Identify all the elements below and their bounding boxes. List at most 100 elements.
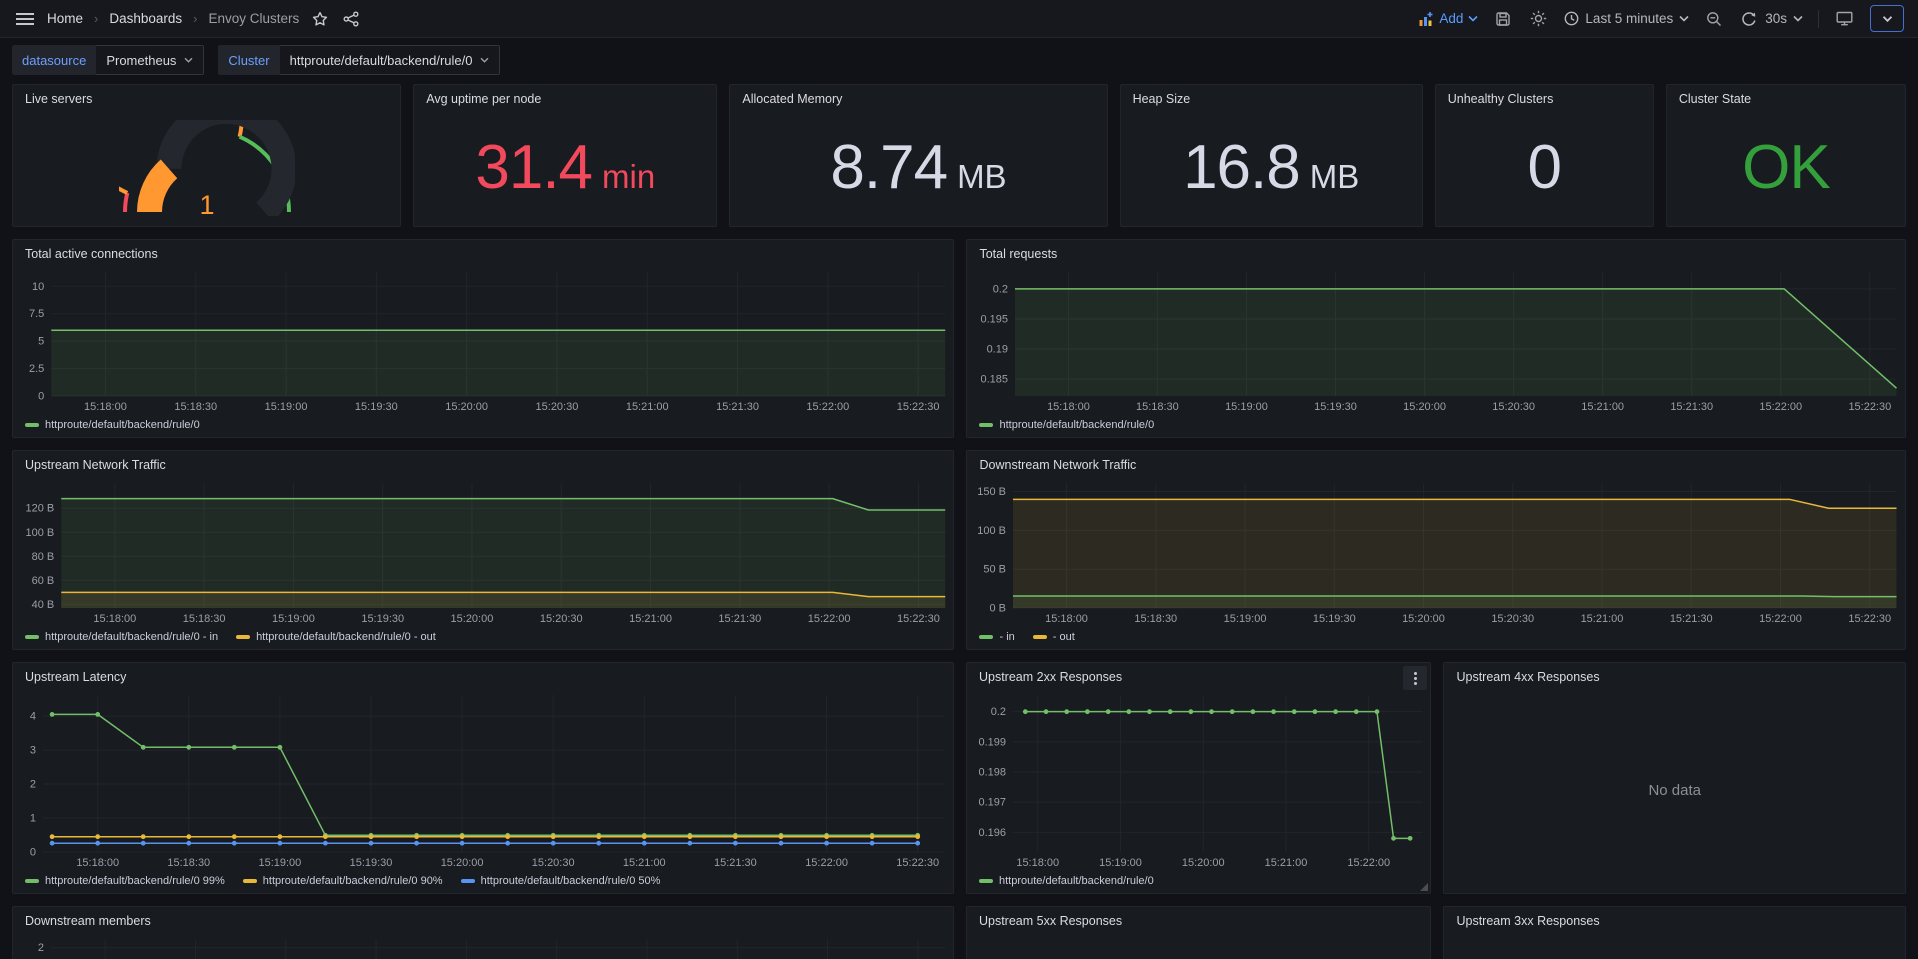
save-dashboard-button[interactable] — [1493, 9, 1513, 29]
collapse-menu-button[interactable] — [1870, 5, 1904, 32]
bar-chart-add-icon — [1418, 11, 1434, 27]
svg-text:15:21:00: 15:21:00 — [1265, 857, 1308, 869]
chart-downstream-network-traffic[interactable]: 15:18:0015:18:3015:19:0015:19:3015:20:00… — [967, 475, 1905, 628]
svg-text:15:20:30: 15:20:30 — [536, 401, 579, 413]
variables-row: datasource Prometheus Cluster httproute/… — [12, 45, 1906, 75]
chart-total-active-connections[interactable]: 15:18:0015:18:3015:19:0015:19:3015:20:00… — [13, 264, 953, 416]
zoom-out-time-button[interactable] — [1704, 9, 1724, 29]
panel-title[interactable]: Total requests — [967, 240, 1905, 264]
panel-title[interactable]: Total active connections — [13, 240, 953, 264]
legend-item[interactable]: - in — [979, 631, 1014, 643]
legend-item[interactable]: httproute/default/backend/rule/0 - in — [25, 631, 218, 643]
chart-downstream-members[interactable]: 2 — [13, 931, 953, 959]
chart-total-requests[interactable]: 15:18:0015:18:3015:19:0015:19:3015:20:00… — [967, 264, 1905, 416]
refresh-dashboard-button[interactable] — [1739, 9, 1759, 29]
panel-title[interactable]: Live servers — [13, 85, 400, 109]
panel-title[interactable]: Upstream 5xx Responses — [967, 907, 1431, 931]
monitor-icon — [1836, 11, 1853, 26]
panel-title[interactable]: Avg uptime per node — [414, 85, 716, 109]
legend-swatch-icon — [979, 423, 993, 427]
svg-text:100 B: 100 B — [978, 525, 1007, 537]
share-dashboard-button[interactable] — [341, 9, 361, 29]
gear-icon — [1530, 10, 1547, 27]
legend-item[interactable]: httproute/default/backend/rule/0 — [25, 419, 200, 431]
svg-text:0.2: 0.2 — [991, 706, 1006, 718]
legend-item[interactable]: httproute/default/backend/rule/0 - out — [236, 631, 436, 643]
panel-heap-size: Heap Size 16.8 MB — [1120, 84, 1423, 227]
svg-text:15:19:00: 15:19:00 — [265, 401, 308, 413]
panel-cluster-state: Cluster State OK — [1666, 84, 1906, 227]
panel-title[interactable]: Upstream 4xx Responses — [1444, 663, 1905, 687]
panel-title[interactable]: Unhealthy Clusters — [1436, 85, 1653, 109]
legend-item[interactable]: httproute/default/backend/rule/0 50% — [461, 875, 661, 887]
favorite-star-button[interactable] — [310, 9, 330, 29]
variable-datasource-select[interactable]: Prometheus — [96, 45, 204, 75]
legend-item[interactable]: httproute/default/backend/rule/0 90% — [243, 875, 443, 887]
legend-item[interactable]: - out — [1033, 631, 1075, 643]
panel-title[interactable]: Upstream Network Traffic — [13, 451, 953, 475]
panel-menu-button[interactable] — [1403, 666, 1427, 690]
refresh-interval-label[interactable]: 30s — [1765, 11, 1787, 26]
legend-swatch-icon — [461, 879, 475, 883]
stat-value: 8.74 MB — [830, 132, 1006, 203]
panel-total-requests: Total requests 15:18:0015:18:3015:19:001… — [966, 239, 1906, 438]
legend-item[interactable]: httproute/default/backend/rule/0 — [979, 875, 1154, 887]
magnifier-minus-icon — [1706, 11, 1722, 27]
svg-text:15:22:00: 15:22:00 — [1347, 857, 1390, 869]
panel-title[interactable]: Upstream 3xx Responses — [1444, 907, 1905, 931]
chart-upstream-latency[interactable]: 15:18:0015:18:3015:19:0015:19:3015:20:00… — [13, 687, 953, 872]
chart-upstream-network-traffic[interactable]: 15:18:0015:18:3015:19:0015:19:3015:20:00… — [13, 475, 953, 628]
svg-text:0.2: 0.2 — [993, 283, 1008, 295]
panel-allocated-memory: Allocated Memory 8.74 MB — [729, 84, 1107, 227]
stat-number: 0 — [1528, 132, 1561, 203]
top-navbar: Home › Dashboards › Envoy Clusters Add — [0, 0, 1918, 38]
panel-upstream-latency: Upstream Latency 15:18:0015:18:3015:19:0… — [12, 662, 954, 894]
panel-resize-handle[interactable] — [1420, 883, 1428, 891]
svg-text:40 B: 40 B — [32, 599, 55, 611]
svg-text:15:19:30: 15:19:30 — [1313, 613, 1356, 625]
legend: - in - out — [967, 628, 1905, 649]
svg-text:2: 2 — [30, 778, 36, 790]
time-range-label: Last 5 minutes — [1585, 11, 1673, 26]
add-label: Add — [1439, 11, 1463, 26]
panel-title[interactable]: Heap Size — [1121, 85, 1422, 109]
panel-title[interactable]: Downstream members — [13, 907, 953, 931]
chevron-down-icon — [1468, 15, 1478, 22]
time-range-picker[interactable]: Last 5 minutes — [1564, 11, 1689, 26]
stat-unit: min — [602, 158, 655, 196]
tv-mode-button[interactable] — [1834, 9, 1855, 28]
svg-text:15:18:30: 15:18:30 — [167, 857, 210, 869]
panel-upstream-4xx-responses: Upstream 4xx Responses No data — [1443, 662, 1906, 894]
add-panel-button[interactable]: Add — [1418, 11, 1478, 27]
svg-text:15:19:30: 15:19:30 — [361, 613, 404, 625]
chevron-down-icon[interactable] — [1793, 15, 1803, 22]
panel-title[interactable]: Upstream 2xx Responses — [967, 663, 1431, 687]
panel-title[interactable]: Downstream Network Traffic — [967, 451, 1905, 475]
menu-toggle-button[interactable] — [14, 10, 36, 28]
variable-cluster-select[interactable]: httproute/default/backend/rule/0 — [280, 45, 501, 75]
breadcrumb-dashboards[interactable]: Dashboards — [109, 11, 182, 26]
variable-cluster-value: httproute/default/backend/rule/0 — [290, 53, 473, 68]
panel-title[interactable]: Cluster State — [1667, 85, 1905, 109]
svg-text:15:19:00: 15:19:00 — [1224, 613, 1267, 625]
stat-number: 31.4 — [475, 132, 592, 203]
svg-text:0.195: 0.195 — [981, 314, 1009, 326]
charts-row-1: Total active connections 15:18:0015:18:3… — [12, 239, 1906, 438]
dashboard-settings-button[interactable] — [1528, 8, 1549, 29]
chart-upstream-2xx-responses[interactable]: 15:18:0015:19:0015:20:0015:21:0015:22:00… — [967, 687, 1431, 872]
svg-text:15:21:30: 15:21:30 — [1670, 613, 1713, 625]
legend-item[interactable]: httproute/default/backend/rule/0 99% — [25, 875, 225, 887]
panel-title[interactable]: Allocated Memory — [730, 85, 1106, 109]
legend: httproute/default/backend/rule/0 — [13, 416, 953, 437]
svg-text:15:19:00: 15:19:00 — [272, 613, 315, 625]
legend-item[interactable]: httproute/default/backend/rule/0 — [979, 419, 1154, 431]
breadcrumb-home[interactable]: Home — [47, 11, 83, 26]
panel-title[interactable]: Upstream Latency — [13, 663, 953, 687]
svg-text:15:21:30: 15:21:30 — [716, 401, 759, 413]
svg-text:15:21:00: 15:21:00 — [629, 613, 672, 625]
stat-unit: MB — [1310, 158, 1360, 196]
svg-text:80 B: 80 B — [32, 551, 55, 563]
stats-row: Live servers 1 Avg uptime per node 31.4 … — [12, 84, 1906, 227]
legend-swatch-icon — [1033, 635, 1047, 639]
svg-text:15:18:00: 15:18:00 — [1046, 613, 1089, 625]
